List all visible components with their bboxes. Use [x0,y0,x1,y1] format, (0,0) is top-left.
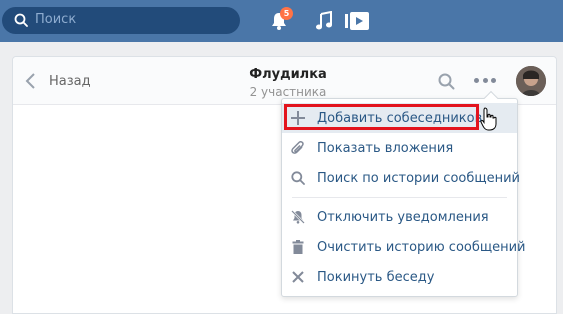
menu-item-show-attachments[interactable]: Показать вложения [282,133,517,163]
dot [474,77,479,83]
music-icon[interactable] [315,11,333,31]
close-icon [292,271,304,283]
menu-divider [292,197,507,198]
menu-item-mute-notifications[interactable]: Отключить уведомления [282,202,517,232]
paperclip-icon [291,141,304,154]
menu-item-leave-conversation[interactable]: Покинуть беседу [282,262,517,292]
hand-cursor-icon [480,107,497,131]
conversation-title: Флудилка [249,67,327,82]
menu-item-label: Покинуть беседу [317,270,435,285]
search-icon [291,171,305,185]
menu-item-search-history[interactable]: Поиск по истории сообщений [282,163,521,193]
avatar-image [516,66,546,96]
trash-icon [292,240,304,254]
menu-item-label: Отключить уведомления [317,210,489,225]
more-actions-button[interactable] [474,75,496,85]
notifications-badge: 5 [280,7,293,20]
search-placeholder: Поиск [35,12,77,27]
back-label: Назад [49,73,91,89]
dot [482,77,488,83]
dot [491,77,496,83]
video-icon[interactable] [345,11,369,31]
top-bar: Поиск 5 [0,0,563,42]
avatar[interactable] [516,66,546,96]
menu-item-label: Показать вложения [317,141,454,156]
search-icon [14,13,28,27]
menu-item-clear-history[interactable]: Очистить историю сообщений [282,232,526,262]
mute-icon [291,210,305,224]
menu-item-label: Очистить историю сообщений [317,240,526,255]
search-input[interactable]: Поиск [2,7,240,34]
chevron-left-icon [25,73,35,89]
search-icon[interactable] [438,73,455,90]
participants-count[interactable]: 2 участника [213,85,363,99]
menu-item-label: Поиск по истории сообщений [317,171,521,186]
back-button[interactable]: Назад [25,71,91,91]
highlight-box [284,104,479,130]
